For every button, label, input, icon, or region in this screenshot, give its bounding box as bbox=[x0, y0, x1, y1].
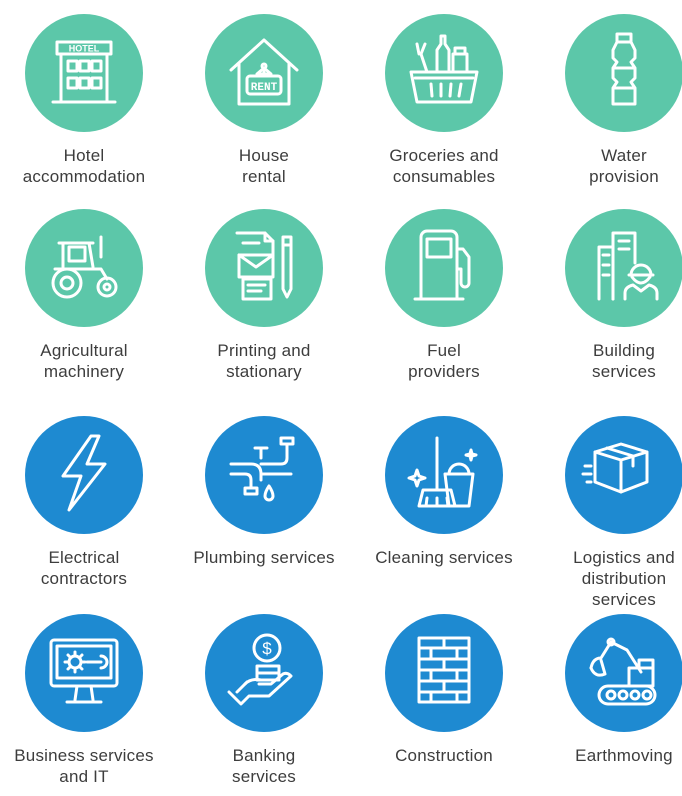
brick-wall-icon bbox=[401, 628, 487, 719]
service-label: Construction bbox=[359, 745, 529, 766]
plumbing-pipe-icon bbox=[221, 430, 307, 521]
service-icon-circle bbox=[25, 614, 143, 732]
service-label-line: rental bbox=[242, 167, 286, 186]
service-tile: Electrical contractors bbox=[0, 416, 169, 589]
service-label-line: services bbox=[592, 590, 656, 609]
service-tile: Groceries and consumables bbox=[359, 14, 529, 187]
house-rent-sign-icon: RENT bbox=[221, 28, 307, 119]
service-label-line: Water bbox=[601, 146, 647, 165]
service-label-line: Earthmoving bbox=[575, 746, 673, 765]
service-tile: HOTEL Hotel accommodation bbox=[0, 14, 169, 187]
service-label: Building services bbox=[539, 340, 682, 382]
service-label-line: accommodation bbox=[22, 167, 146, 186]
service-label-line: Building bbox=[592, 341, 656, 360]
service-label-line: consumables bbox=[392, 167, 496, 186]
hand-coin-icon: $ bbox=[221, 628, 307, 719]
service-icon-circle bbox=[565, 14, 682, 132]
service-tile: Logistics and distribution services bbox=[539, 416, 682, 610]
service-label-line: and IT bbox=[59, 767, 109, 786]
lightning-bolt-icon bbox=[41, 430, 127, 521]
stationery-documents-icon bbox=[221, 223, 307, 314]
service-icon-circle bbox=[25, 209, 143, 327]
service-icon-circle bbox=[565, 209, 682, 327]
hotel-sign-text: HOTEL bbox=[69, 43, 100, 53]
tractor-icon bbox=[41, 223, 127, 314]
service-icon-circle bbox=[385, 416, 503, 534]
service-label-line: Logistics and bbox=[573, 548, 675, 567]
service-tile: Business services and IT bbox=[0, 614, 169, 787]
service-tile: Fuel providers bbox=[359, 209, 529, 382]
computer-gear-icon bbox=[41, 628, 127, 719]
service-label-line: Cleaning services bbox=[375, 548, 513, 567]
service-label-line: providers bbox=[408, 362, 480, 381]
service-icon-circle bbox=[565, 416, 682, 534]
service-label-line: Agricultural bbox=[40, 341, 128, 360]
service-label: Business services and IT bbox=[0, 745, 169, 787]
service-tile: Printing and stationary bbox=[179, 209, 349, 382]
water-bottle-icon bbox=[581, 28, 667, 119]
service-icon-circle bbox=[385, 14, 503, 132]
service-label: Groceries and consumables bbox=[359, 145, 529, 187]
service-label-line: Printing and bbox=[217, 341, 311, 360]
service-tile: RENT House rental bbox=[179, 14, 349, 187]
service-label-line: distribution bbox=[581, 569, 667, 588]
hotel-building-icon: HOTEL bbox=[41, 28, 127, 119]
service-icon-circle: HOTEL bbox=[25, 14, 143, 132]
building-worker-icon bbox=[581, 223, 667, 314]
service-label-line: Construction bbox=[395, 746, 493, 765]
service-label-line: Banking bbox=[232, 746, 296, 765]
service-label-line: Business services bbox=[14, 746, 154, 765]
service-icon-circle: $ bbox=[205, 614, 323, 732]
service-tile: Building services bbox=[539, 209, 682, 382]
rent-sign-text: RENT bbox=[251, 82, 278, 94]
service-icon-circle bbox=[565, 614, 682, 732]
service-label: Water provision bbox=[539, 145, 682, 187]
service-label: Electrical contractors bbox=[0, 547, 169, 589]
service-label-line: Fuel bbox=[427, 341, 461, 360]
service-label-line: House bbox=[238, 146, 290, 165]
service-tile: $ Banking services bbox=[179, 614, 349, 787]
service-label-line: contractors bbox=[40, 569, 128, 588]
service-label: Hotel accommodation bbox=[0, 145, 169, 187]
service-tile: Earthmoving bbox=[539, 614, 682, 766]
service-label-line: stationary bbox=[226, 362, 302, 381]
service-label-line: provision bbox=[589, 167, 659, 186]
service-tile: Plumbing services bbox=[179, 416, 349, 568]
service-label-line: machinery bbox=[43, 362, 125, 381]
delivery-box-icon bbox=[581, 430, 667, 521]
service-label-line: services bbox=[232, 767, 296, 786]
excavator-icon bbox=[581, 628, 667, 719]
service-icon-circle bbox=[385, 614, 503, 732]
service-tile: Water provision bbox=[539, 14, 682, 187]
service-tile: Cleaning services bbox=[359, 416, 529, 568]
service-label: Banking services bbox=[179, 745, 349, 787]
service-icon-circle bbox=[385, 209, 503, 327]
service-label: Cleaning services bbox=[359, 547, 529, 568]
grocery-basket-icon bbox=[401, 28, 487, 119]
dollar-sign: $ bbox=[262, 639, 272, 658]
service-label-line: Groceries and bbox=[389, 146, 499, 165]
service-icon-circle bbox=[25, 416, 143, 534]
service-icon-circle: RENT bbox=[205, 14, 323, 132]
service-tile: Construction bbox=[359, 614, 529, 766]
service-label: Earthmoving bbox=[539, 745, 682, 766]
fuel-pump-icon bbox=[401, 223, 487, 314]
service-label: Agricultural machinery bbox=[0, 340, 169, 382]
service-label: Printing and stationary bbox=[179, 340, 349, 382]
service-tile: Agricultural machinery bbox=[0, 209, 169, 382]
service-label: Plumbing services bbox=[179, 547, 349, 568]
service-label-line: Plumbing services bbox=[193, 548, 335, 567]
service-label: House rental bbox=[179, 145, 349, 187]
service-label-line: Electrical bbox=[48, 548, 120, 567]
service-label-line: services bbox=[592, 362, 656, 381]
service-icon-circle bbox=[205, 209, 323, 327]
service-icon-circle bbox=[205, 416, 323, 534]
service-label-line: Hotel bbox=[63, 146, 105, 165]
cleaning-broom-bucket-icon bbox=[401, 430, 487, 521]
service-label: Fuel providers bbox=[359, 340, 529, 382]
service-label: Logistics and distribution services bbox=[539, 547, 682, 610]
